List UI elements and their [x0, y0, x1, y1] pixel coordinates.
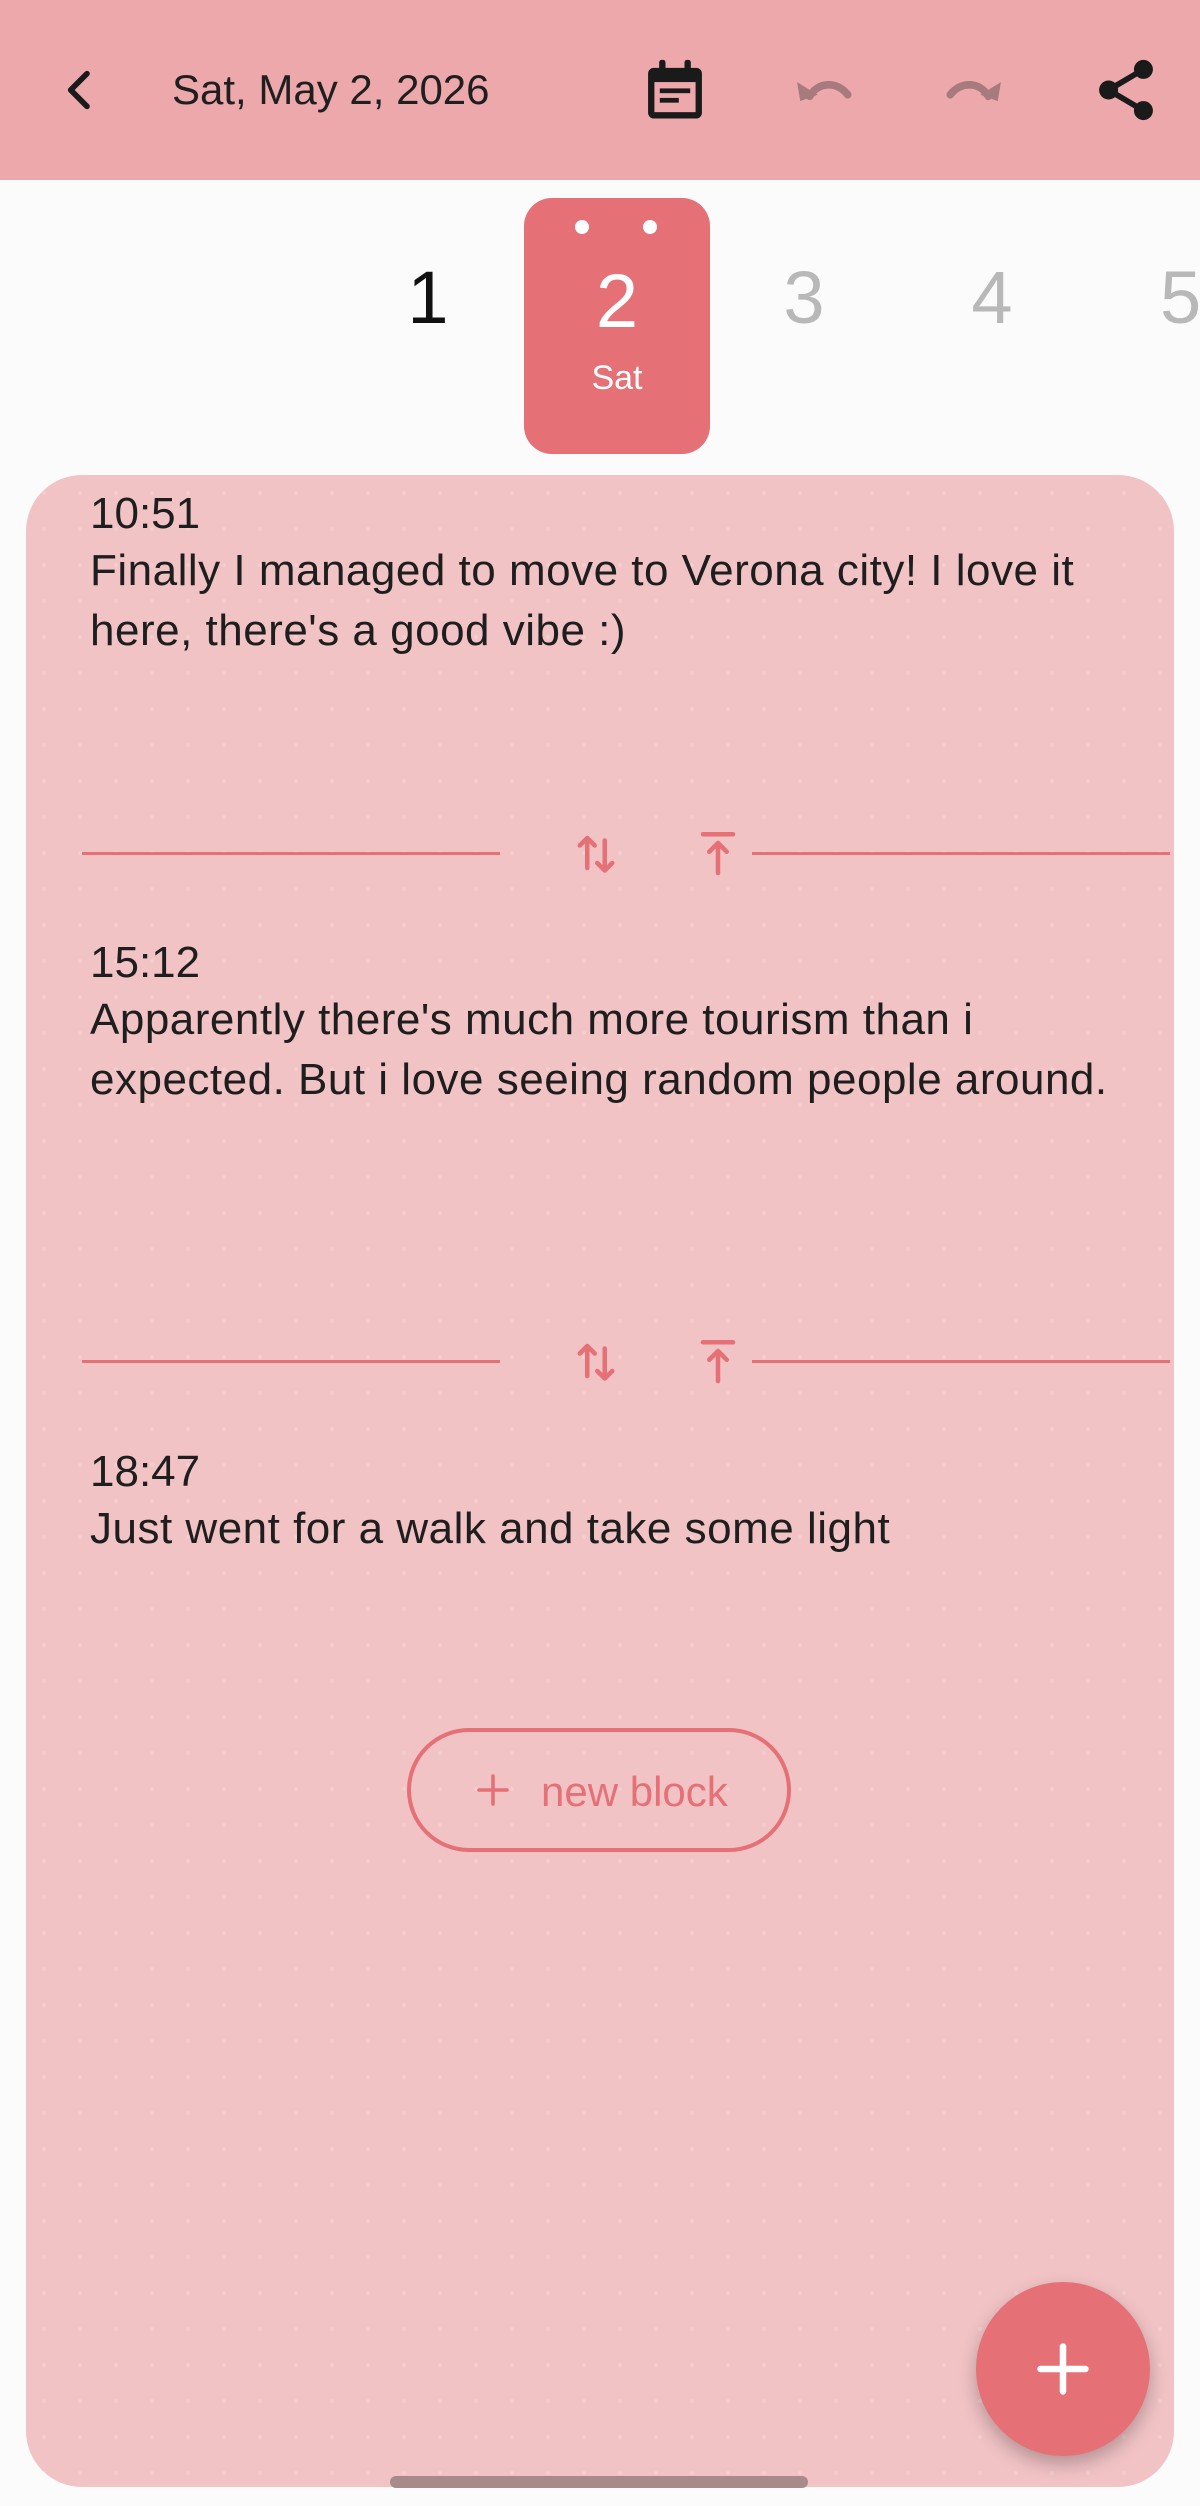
gesture-handle	[390, 2476, 808, 2488]
new-block-label: new block	[541, 1768, 728, 1815]
day-item-1[interactable]: 1	[368, 258, 488, 338]
selected-day-number: 2	[595, 259, 639, 344]
entry-text[interactable]: Apparently there's much more tourism tha…	[90, 990, 1150, 1110]
plus-icon	[469, 1766, 517, 1814]
day-item-5[interactable]: 5	[1120, 258, 1200, 338]
selected-day[interactable]: 2 Sat	[524, 198, 710, 454]
entry-time: 18:47	[90, 1447, 201, 1496]
entry-time: 10:51	[90, 489, 201, 538]
ring-dot-icon	[575, 220, 589, 234]
undo-icon[interactable]	[786, 52, 862, 128]
swap-order-icon[interactable]	[566, 1331, 626, 1391]
day-item-4[interactable]: 4	[932, 258, 1052, 338]
entry-time: 15:12	[90, 938, 201, 987]
move-to-top-icon[interactable]	[688, 1331, 748, 1391]
divider-line	[752, 852, 1170, 855]
selected-day-weekday: Sat	[591, 359, 643, 397]
top-app-bar: Sat, May 2, 2026	[0, 0, 1200, 180]
entry-text[interactable]: Just went for a walk and take some light	[90, 1499, 1150, 1559]
move-to-top-icon[interactable]	[688, 823, 748, 883]
block-divider	[82, 823, 1170, 883]
redo-icon[interactable]	[936, 52, 1012, 128]
plus-icon	[1037, 2343, 1089, 2395]
new-block-button[interactable]: new block	[407, 1728, 791, 1852]
swap-order-icon[interactable]	[566, 823, 626, 883]
day-item-3[interactable]: 3	[744, 258, 864, 338]
divider-line	[82, 1360, 500, 1363]
entry-date-title: Sat, May 2, 2026	[172, 66, 490, 113]
add-entry-fab[interactable]	[976, 2282, 1150, 2456]
ring-dot-icon	[643, 220, 657, 234]
share-icon[interactable]	[1088, 52, 1164, 128]
calendar-icon[interactable]	[637, 52, 713, 128]
divider-line	[82, 852, 500, 855]
back-arrow-icon[interactable]	[52, 62, 108, 118]
entry-text[interactable]: Finally I managed to move to Verona city…	[90, 541, 1150, 661]
divider-line	[752, 1360, 1170, 1363]
block-divider	[82, 1331, 1170, 1391]
journal-card: 10:51 Finally I managed to move to Veron…	[26, 475, 1174, 2487]
